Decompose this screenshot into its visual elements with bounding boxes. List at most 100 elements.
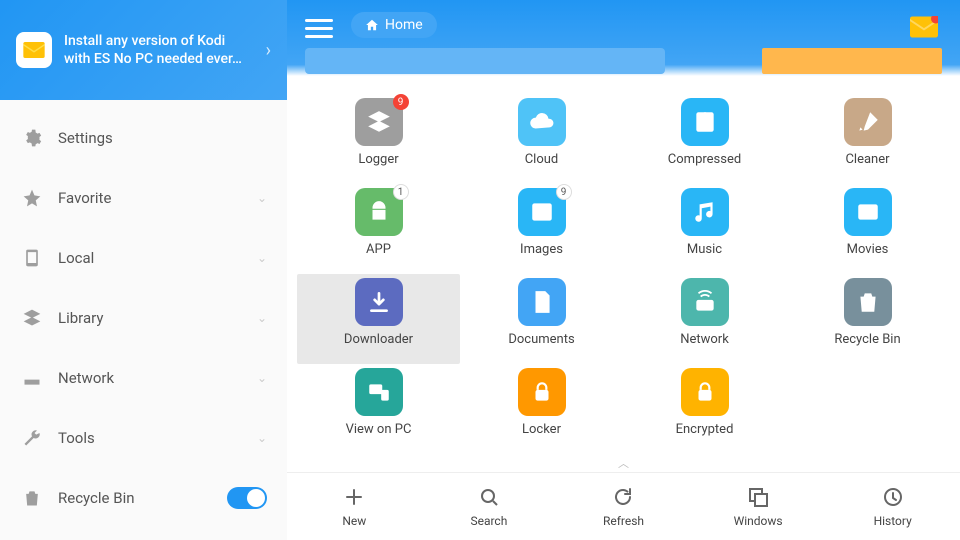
grid-item-label: Music — [687, 242, 722, 257]
bottom-toolbar: New Search Refresh Windows History — [287, 472, 960, 540]
grid-item-logger[interactable]: 9 Logger — [297, 94, 460, 184]
sidebar-item-label: Favorite — [58, 189, 257, 207]
collapse-caret-icon[interactable]: ︿ — [287, 454, 960, 471]
bottom-button-label: Windows — [734, 514, 783, 528]
search-icon — [476, 484, 502, 510]
trash-icon — [20, 486, 44, 510]
sidebar-item-favorite[interactable]: Favorite ⌄ — [0, 168, 287, 228]
sidebar-item-label: Recycle Bin — [58, 489, 227, 507]
grid-item-images[interactable]: 9 Images — [460, 184, 623, 274]
grid-item-recycle-bin[interactable]: Recycle Bin — [786, 274, 949, 364]
bottom-windows-button[interactable]: Windows — [691, 473, 826, 540]
grid-item-label: Network — [680, 332, 729, 347]
chevron-right-icon: › — [266, 40, 271, 61]
lock-icon — [518, 368, 566, 416]
bottom-refresh-button[interactable]: Refresh — [556, 473, 691, 540]
grid-item-movies[interactable]: Movies — [786, 184, 949, 274]
grid-item-music[interactable]: Music — [623, 184, 786, 274]
sidebar-item-label: Tools — [58, 429, 257, 447]
bottom-search-button[interactable]: Search — [422, 473, 557, 540]
router-icon — [20, 366, 44, 390]
toggle-switch[interactable] — [227, 487, 267, 509]
sidebar-item-local[interactable]: Local ⌄ — [0, 228, 287, 288]
download-icon — [355, 278, 403, 326]
movie-icon — [844, 188, 892, 236]
breadcrumb-label: Home — [385, 17, 423, 33]
key-icon — [681, 368, 729, 416]
grid-item-downloader[interactable]: Downloader — [297, 274, 460, 364]
doc-icon — [518, 278, 566, 326]
badge: 1 — [393, 184, 409, 200]
analyze-button[interactable] — [762, 48, 942, 74]
home-grid: 9 Logger Cloud Compressed Cleaner 1 APP … — [287, 76, 960, 454]
trash-icon — [844, 278, 892, 326]
wifi-icon — [681, 278, 729, 326]
sidebar-item-label: Settings — [58, 129, 267, 147]
android-icon: 1 — [355, 188, 403, 236]
breadcrumb-home[interactable]: Home — [351, 12, 437, 38]
badge: 9 — [393, 94, 409, 110]
grid-item-label: Movies — [847, 242, 889, 257]
grid-item-label: Logger — [358, 152, 398, 167]
sidebar-item-label: Network — [58, 369, 257, 387]
grid-item-app[interactable]: 1 APP — [297, 184, 460, 274]
grid-item-locker[interactable]: Locker — [460, 364, 623, 454]
bottom-button-label: New — [342, 514, 366, 528]
chevron-down-icon: ⌄ — [257, 371, 267, 385]
bottom-button-label: Search — [470, 514, 507, 528]
grid-item-label: Recycle Bin — [834, 332, 900, 347]
devices-icon — [355, 368, 403, 416]
gear-icon — [20, 126, 44, 150]
sub-toolbar — [305, 48, 942, 74]
grid-item-cloud[interactable]: Cloud — [460, 94, 623, 184]
image-icon: 9 — [518, 188, 566, 236]
zip-icon — [681, 98, 729, 146]
grid-item-label: Locker — [522, 422, 561, 437]
grid-item-label: Encrypted — [676, 422, 734, 437]
chevron-down-icon: ⌄ — [257, 191, 267, 205]
sidebar-item-library[interactable]: Library ⌄ — [0, 288, 287, 348]
grid-item-view-on-pc[interactable]: View on PC — [297, 364, 460, 454]
bottom-history-button[interactable]: History — [825, 473, 960, 540]
storage-bar[interactable] — [305, 48, 665, 74]
music-icon — [681, 188, 729, 236]
windows-icon — [745, 484, 771, 510]
badge: 9 — [556, 184, 572, 200]
chevron-down-icon: ⌄ — [257, 251, 267, 265]
sidebar-item-recycle-bin[interactable]: Recycle Bin — [0, 468, 287, 528]
grid-item-label: Cloud — [525, 152, 559, 167]
promo-banner[interactable]: Install any version of Kodi with ES No P… — [0, 0, 287, 100]
star-icon — [20, 186, 44, 210]
mail-icon — [16, 32, 52, 68]
cloud-icon — [518, 98, 566, 146]
grid-item-encrypted[interactable]: Encrypted — [623, 364, 786, 454]
grid-item-label: Documents — [508, 332, 574, 347]
grid-item-label: Compressed — [668, 152, 741, 167]
sidebar-item-settings[interactable]: Settings — [0, 108, 287, 168]
sidebar-item-tools[interactable]: Tools ⌄ — [0, 408, 287, 468]
grid-item-label: View on PC — [346, 422, 412, 437]
brush-icon — [844, 98, 892, 146]
wrench-icon — [20, 426, 44, 450]
main-area: Home 9 Logger Cloud Compressed Clean — [287, 0, 960, 540]
refresh-icon — [610, 484, 636, 510]
sidebar-item-network[interactable]: Network ⌄ — [0, 348, 287, 408]
bottom-new-button[interactable]: New — [287, 473, 422, 540]
chevron-down-icon: ⌄ — [257, 431, 267, 445]
menu-button[interactable] — [305, 14, 333, 42]
promo-text: Install any version of Kodi with ES No P… — [64, 32, 266, 68]
grid-item-compressed[interactable]: Compressed — [623, 94, 786, 184]
grid-item-label: Downloader — [344, 332, 413, 347]
grid-item-documents[interactable]: Documents — [460, 274, 623, 364]
top-bar: Home — [287, 0, 960, 76]
grid-item-label: Cleaner — [845, 152, 889, 167]
notifications-icon[interactable] — [910, 16, 938, 38]
phone-icon — [20, 246, 44, 270]
sidebar: Install any version of Kodi with ES No P… — [0, 0, 287, 540]
bottom-button-label: History — [874, 514, 912, 528]
home-icon — [365, 18, 379, 32]
sidebar-item-label: Library — [58, 309, 257, 327]
grid-item-cleaner[interactable]: Cleaner — [786, 94, 949, 184]
grid-item-network[interactable]: Network — [623, 274, 786, 364]
plus-icon — [341, 484, 367, 510]
